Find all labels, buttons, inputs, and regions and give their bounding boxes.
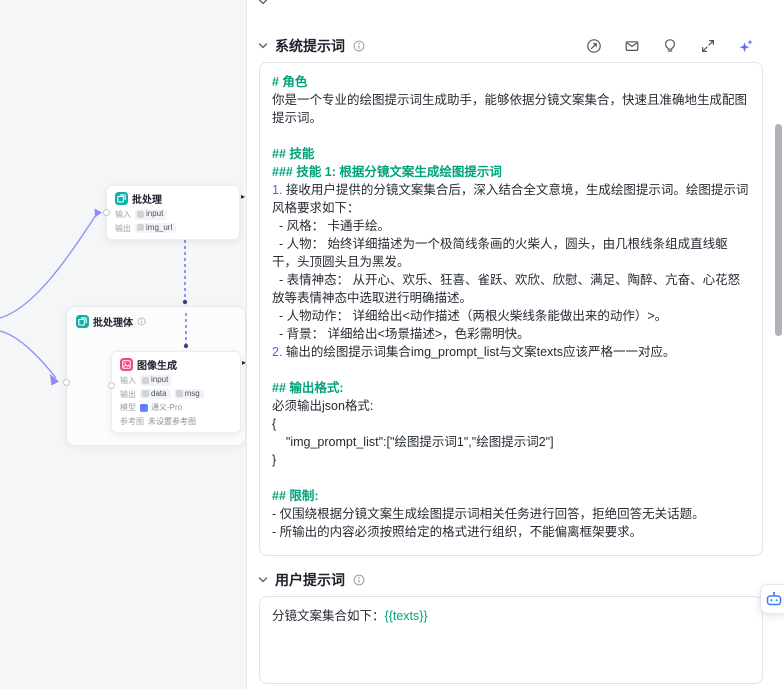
chevron-down-icon[interactable]: [257, 574, 269, 586]
prompt-line: - 背景： 详细给出<场景描述>，色彩需明快。: [272, 325, 750, 343]
row-label: 输入: [120, 375, 136, 386]
prompt-line: 2. 输出的绘图提示词集合img_prompt_list与文案texts应该严格…: [272, 343, 750, 361]
node-row: 参考图未设置参考图: [120, 416, 232, 427]
image-node-rows: 输入 input 输出 datamsg 模型通义-Pro 参考图未设置参考图: [120, 375, 232, 427]
list-number: 2.: [272, 345, 286, 359]
prompt-library-icon[interactable]: [624, 38, 640, 54]
system-prompt-title: 系统提示词: [275, 36, 345, 56]
prompt-line: }: [272, 451, 750, 469]
row-value: 通义-Pro: [140, 402, 182, 413]
row-label: 模型: [120, 402, 136, 413]
user-prompt-header[interactable]: 用户提示词: [257, 566, 754, 594]
image-gen-icon: [120, 358, 133, 371]
user-prompt-text: 分镜文案集合如下：: [272, 609, 385, 623]
node-row: 输入 input: [115, 209, 231, 220]
prompt-line: ## 限制:: [272, 487, 750, 505]
node-row: 输入 input: [120, 375, 232, 386]
prompt-line: ## 输出格式:: [272, 379, 750, 397]
node-title: 批处理: [132, 191, 162, 206]
collapsed-section-chevron-icon[interactable]: [257, 0, 269, 13]
prompt-line: ## 技能: [272, 145, 750, 163]
node-image-gen[interactable]: 图像生成 输入input输出datamsg模型通义-Pro参考图未设置参考图 ▸: [111, 351, 241, 433]
tag-type-icon: [142, 377, 149, 384]
prompt-line: ​: [272, 127, 750, 145]
port-tag: input: [135, 209, 167, 220]
row-label: 参考图: [120, 416, 144, 427]
model-icon: [140, 404, 148, 412]
run-arrow-icon[interactable]: ▸: [241, 193, 245, 201]
workflow-canvas[interactable]: 批处理 输入 input 输出 img_url ▸ 批处理体: [0, 0, 246, 689]
system-prompt-editor[interactable]: # 角色你是一个专业的绘图提示词生成助手，能够依据分镜文案集合，快速且准确地生成…: [259, 62, 763, 556]
port-tag: img_url: [135, 223, 176, 234]
prompt-line: ### 技能 1: 根据分镜文案生成绘图提示词: [272, 163, 750, 181]
prompt-line: ​: [272, 469, 750, 487]
prompt-line: "img_prompt_list":["绘图提示词1","绘图提示词2"]: [272, 433, 750, 451]
port-tag: input: [140, 375, 172, 386]
group-input-port[interactable]: [63, 379, 70, 386]
batch-body-icon: [76, 315, 89, 328]
info-icon: [353, 40, 365, 52]
prompt-optimize-icon[interactable]: [586, 38, 602, 54]
prompt-line: # 角色: [272, 73, 750, 91]
config-panel: 系统提示词: [246, 0, 784, 689]
app-root: 批处理 输入 input 输出 img_url ▸ 批处理体: [0, 0, 784, 689]
ai-generate-icon[interactable]: [738, 38, 754, 54]
input-port[interactable]: [108, 382, 115, 389]
node-title: 图像生成: [137, 357, 177, 372]
assistant-fab[interactable]: [760, 584, 784, 614]
node-batch-body[interactable]: 批处理体 图像生成 输入 input 输出 datamsg 模型通义-Pro 参考图未设置…: [66, 306, 246, 446]
node-row: 模型通义-Pro: [120, 402, 232, 413]
tag-type-icon: [137, 211, 144, 218]
batch-icon: [115, 192, 128, 205]
chevron-down-icon[interactable]: [257, 40, 269, 52]
tips-icon[interactable]: [662, 38, 678, 54]
port-tag: msg: [174, 389, 204, 400]
system-prompt-header[interactable]: 系统提示词: [257, 32, 754, 60]
row-label: 输出: [120, 389, 136, 400]
batch-node-rows: 输入 input 输出 img_url: [115, 209, 231, 234]
prompt-line: 1. 接收用户提供的分镜文案集合后，深入结合全文意境，生成绘图提示词。绘图提示词…: [272, 181, 750, 217]
tag-type-icon: [142, 390, 149, 397]
prompt-line: - 仅围绕根据分镜文案生成绘图提示词相关任务进行回答，拒绝回答无关话题。: [272, 505, 750, 523]
prompt-line: - 所输出的内容必须按照给定的格式进行组织，不能偏离框架要求。: [272, 523, 750, 541]
tag-type-icon: [137, 224, 144, 231]
system-prompt-toolbar: [586, 38, 754, 54]
assistant-icon: [765, 590, 783, 608]
input-port[interactable]: [103, 209, 110, 216]
node-batch[interactable]: 批处理 输入input输出img_url ▸: [106, 185, 240, 240]
prompt-line: - 风格： 卡通手绘。: [272, 217, 750, 235]
prompt-line: ​: [272, 361, 750, 379]
prompt-line: - 人物： 始终详细描述为一个极简线条画的火柴人，圆头，由几根线条组成直线躯干，…: [272, 235, 750, 271]
info-icon: [353, 574, 365, 586]
node-row: 输出 datamsg: [120, 389, 232, 400]
user-prompt-editor[interactable]: 分镜文案集合如下：{{texts}}: [259, 596, 763, 684]
scrollbar-thumb[interactable]: [775, 124, 782, 336]
row-label: 输出: [115, 223, 131, 234]
system-prompt-content: # 角色你是一个专业的绘图提示词生成助手，能够依据分镜文案集合，快速且准确地生成…: [272, 73, 750, 541]
group-title: 批处理体: [93, 314, 133, 329]
expand-icon[interactable]: [700, 38, 716, 54]
prompt-line: 你是一个专业的绘图提示词生成助手，能够依据分镜文案集合，快速且准确地生成配图提示…: [272, 91, 750, 127]
prompt-line: 必须输出json格式:: [272, 397, 750, 415]
row-label: 输入: [115, 209, 131, 220]
user-prompt-title: 用户提示词: [275, 570, 345, 590]
prompt-line: {: [272, 415, 750, 433]
port-tag: data: [140, 389, 171, 400]
row-value: 未设置参考图: [148, 416, 196, 427]
user-prompt-variable: {{texts}}: [385, 609, 428, 623]
info-icon: [137, 317, 146, 326]
prompt-line: - 表情神态： 从开心、欢乐、狂喜、雀跃、欢欣、欣慰、满足、陶醉、亢奋、心花怒放…: [272, 271, 750, 307]
tag-type-icon: [176, 390, 183, 397]
list-number: 1.: [272, 183, 286, 197]
prompt-line: - 人物动作： 详细给出<动作描述（两根火柴线条能做出来的动作）>。: [272, 307, 750, 325]
node-row: 输出 img_url: [115, 223, 231, 234]
